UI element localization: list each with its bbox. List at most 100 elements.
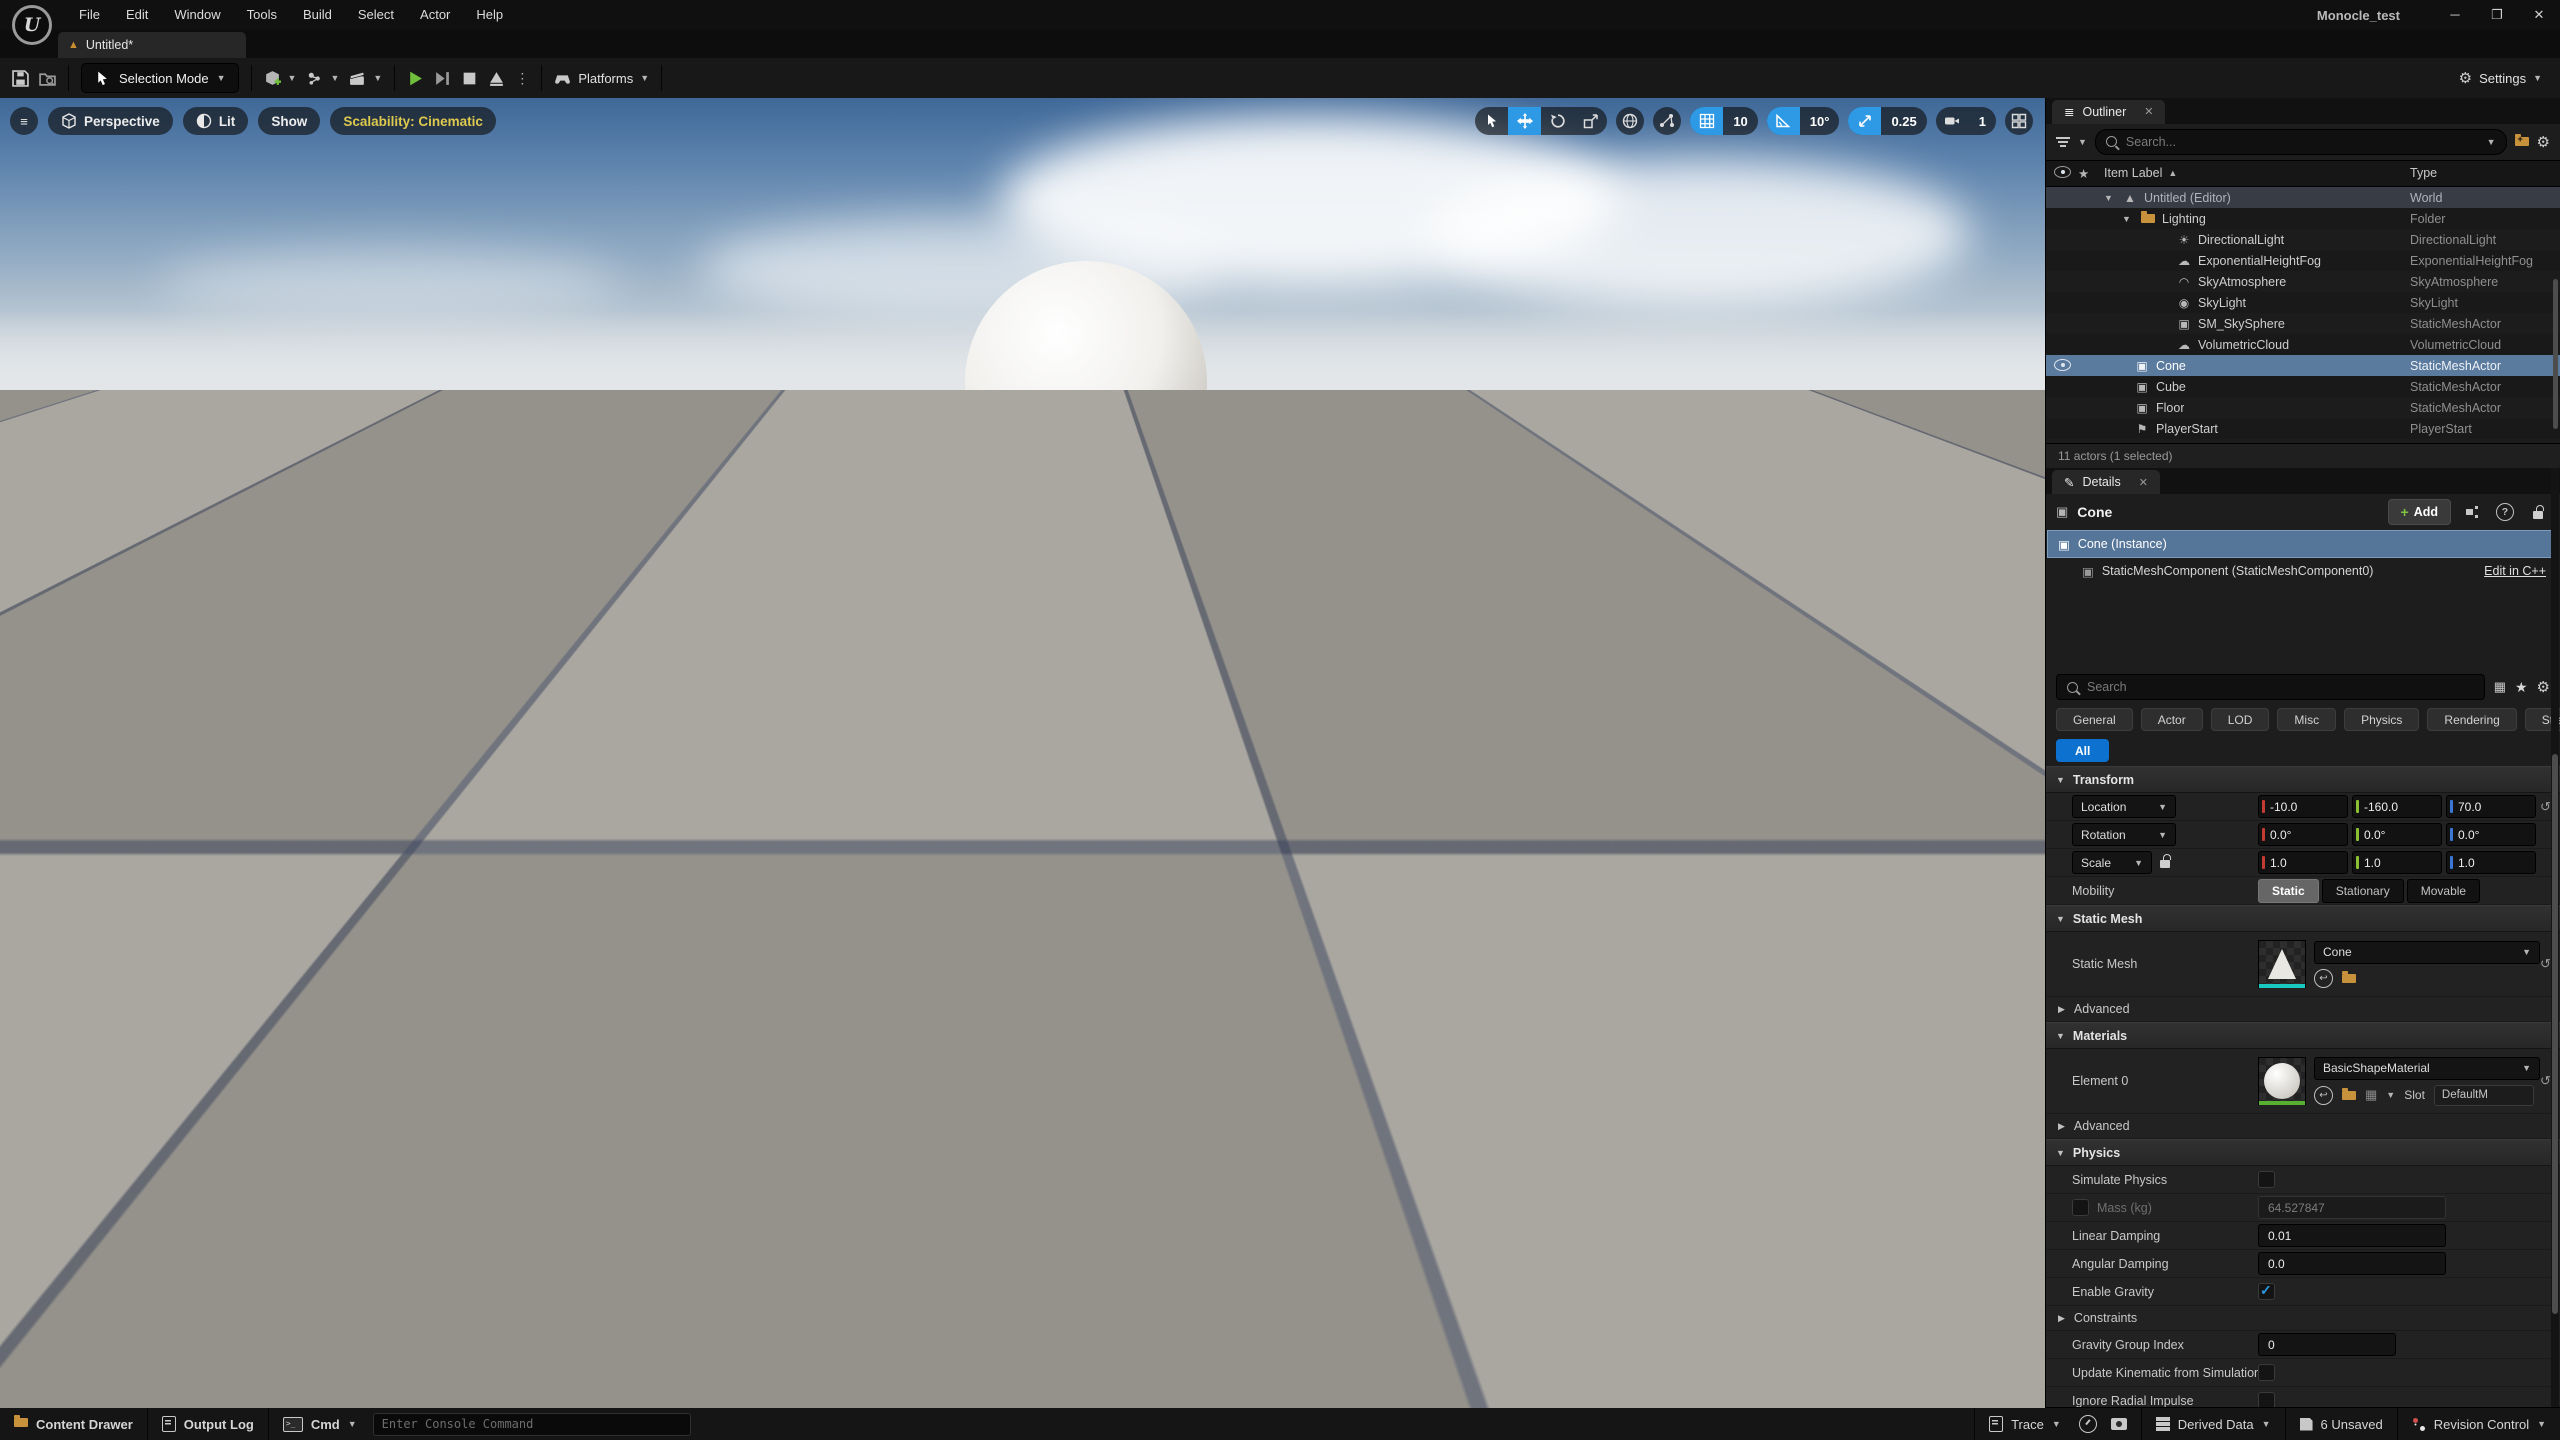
browse-content-icon[interactable]	[39, 70, 56, 87]
cinematics-dropdown[interactable]: ▼	[349, 70, 382, 87]
location-x-field[interactable]: -10.0	[2258, 795, 2348, 818]
outliner-row-actor[interactable]: ☀ DirectionalLightDirectionalLight	[2046, 229, 2560, 250]
outliner-row-folder[interactable]: ▼ LightingFolder	[2046, 208, 2560, 229]
camera-speed-value[interactable]: 1	[1969, 107, 1996, 135]
cube-actor[interactable]	[1206, 820, 1452, 1092]
details-settings-icon[interactable]: ⚙	[2537, 678, 2550, 696]
outliner-row-actor[interactable]: ▣ SphereStaticMeshActor	[2046, 439, 2560, 443]
close-icon[interactable]: ✕	[2144, 105, 2153, 118]
outliner-row-actor[interactable]: ☁ VolumetricCloudVolumetricCloud	[2046, 334, 2560, 355]
material-thumbnail[interactable]	[2258, 1057, 2306, 1105]
reset-material-icon[interactable]: ↺	[2540, 1073, 2551, 1089]
play-button[interactable]	[407, 70, 424, 87]
select-tool[interactable]	[1475, 107, 1508, 135]
browse-to-asset-icon[interactable]	[2342, 974, 2356, 983]
browse-to-asset-icon[interactable]	[2342, 1091, 2356, 1100]
perspective-dropdown[interactable]: Perspective	[48, 107, 173, 135]
level-viewport[interactable]: ≡ Perspective Lit Show Scalability: Cine…	[0, 98, 2045, 1408]
viewport-options-menu[interactable]: ≡	[10, 107, 38, 135]
reset-location-icon[interactable]: ↺	[2540, 799, 2551, 815]
filter-chip-lod[interactable]: LOD	[2211, 708, 2270, 731]
texture-streaming-icon[interactable]: ▦	[2365, 1087, 2377, 1103]
materials-advanced-expander[interactable]: ▶Advanced	[2046, 1114, 2560, 1139]
search-history-chevron-icon[interactable]: ▼	[2487, 137, 2496, 147]
mass-override-checkbox[interactable]	[2072, 1199, 2089, 1216]
component-view-icon[interactable]	[2460, 501, 2484, 523]
slot-name-field[interactable]: DefaultM	[2434, 1085, 2534, 1106]
constraints-expander[interactable]: ▶Constraints	[2046, 1306, 2560, 1331]
scalability-warning[interactable]: Scalability: Cinematic	[330, 107, 496, 135]
outliner-row-actor[interactable]: ☁ ExponentialHeightFogExponentialHeightF…	[2046, 250, 2560, 271]
outliner-row-actor[interactable]: ◉ SkyLightSkyLight	[2046, 292, 2560, 313]
scale-snap-value[interactable]: 0.25	[1881, 107, 1926, 135]
menu-window[interactable]: Window	[161, 0, 233, 30]
material-asset-dropdown[interactable]: BasicShapeMaterial▼	[2314, 1057, 2540, 1080]
viewport-layout-button[interactable]	[2005, 107, 2033, 135]
use-selected-asset-icon[interactable]: ↩	[2314, 969, 2333, 988]
outliner-row-world[interactable]: ▼▲ Untitled (Editor)World	[2046, 187, 2560, 208]
close-button[interactable]: ✕	[2518, 0, 2560, 30]
section-static-mesh[interactable]: ▼Static Mesh	[2046, 905, 2560, 932]
menu-tools[interactable]: Tools	[234, 0, 290, 30]
eject-button[interactable]	[488, 70, 505, 87]
location-dropdown[interactable]: Location▼	[2072, 795, 2176, 818]
outliner-scrollbar[interactable]	[2553, 279, 2558, 429]
unsaved-button[interactable]: 6 Unsaved	[2286, 1408, 2398, 1440]
type-column[interactable]: Type	[2410, 166, 2437, 180]
location-z-field[interactable]: 70.0	[2446, 795, 2536, 818]
rotation-z-field[interactable]: 0.0°	[2446, 823, 2536, 846]
close-icon[interactable]: ✕	[2139, 476, 2148, 489]
display-options-icon[interactable]: ▦	[2494, 679, 2506, 695]
maximize-button[interactable]: ❐	[2476, 0, 2518, 30]
outliner-row-actor[interactable]: ▣ SM_SkySphereStaticMeshActor	[2046, 313, 2560, 334]
filter-chip-misc[interactable]: Misc	[2277, 708, 2336, 731]
outliner-row-actor[interactable]: ▣ FloorStaticMeshActor	[2046, 397, 2560, 418]
scale-z-field[interactable]: 1.0	[2446, 851, 2536, 874]
rotation-snap-toggle[interactable]	[1767, 107, 1800, 135]
console-command-input[interactable]	[373, 1413, 691, 1436]
blueprints-dropdown[interactable]: ▼	[306, 70, 339, 87]
scale-dropdown[interactable]: Scale▼	[2072, 851, 2152, 874]
static-mesh-advanced-expander[interactable]: ▶Advanced	[2046, 997, 2560, 1022]
lock-icon[interactable]	[2526, 501, 2550, 523]
static-mesh-asset-dropdown[interactable]: Cone▼	[2314, 941, 2540, 964]
minimize-button[interactable]: ─	[2434, 0, 2476, 30]
scale-x-field[interactable]: 1.0	[2258, 851, 2348, 874]
filter-chip-actor[interactable]: Actor	[2141, 708, 2203, 731]
outliner-row-cone-selected[interactable]: ▣ ConeStaticMeshActor	[2046, 355, 2560, 376]
outliner-row-actor[interactable]: ◠ SkyAtmosphereSkyAtmosphere	[2046, 271, 2560, 292]
revision-control-dropdown[interactable]: Revision Control ▼	[2398, 1408, 2560, 1440]
outliner-row-actor[interactable]: ⚑ PlayerStartPlayerStart	[2046, 418, 2560, 439]
rotation-snap-value[interactable]: 10°	[1800, 107, 1840, 135]
component-row-instance-selected[interactable]: ▣ Cone (Instance)	[2047, 530, 2559, 558]
menu-file[interactable]: File	[66, 0, 113, 30]
chevron-down-icon[interactable]: ▼	[2386, 1090, 2395, 1100]
outliner-search[interactable]: ▼	[2095, 129, 2507, 155]
grid-snap-value[interactable]: 10	[1723, 107, 1757, 135]
location-y-field[interactable]: -160.0	[2352, 795, 2442, 818]
outliner-column-header[interactable]: ★ Item Label▲ Type	[2046, 160, 2560, 188]
tab-untitled-level[interactable]: ▲ Untitled*	[58, 32, 246, 58]
save-icon[interactable]	[12, 70, 29, 87]
component-row-staticmesh[interactable]: ▣ StaticMeshComponent (StaticMeshCompone…	[2046, 558, 2560, 584]
update-kinematic-checkbox[interactable]	[2258, 1364, 2275, 1381]
section-materials[interactable]: ▼Materials	[2046, 1022, 2560, 1049]
rotation-y-field[interactable]: 0.0°	[2352, 823, 2442, 846]
move-tool-active[interactable]	[1508, 107, 1541, 135]
section-transform[interactable]: ▼Transform	[2046, 766, 2560, 793]
mobility-static-active[interactable]: Static	[2258, 879, 2319, 903]
create-folder-icon[interactable]	[2515, 137, 2529, 146]
filter-chip-physics[interactable]: Physics	[2344, 708, 2419, 731]
rotate-tool[interactable]	[1541, 107, 1574, 135]
details-search[interactable]	[2056, 674, 2485, 700]
outliner-row-actor[interactable]: ▣ CubeStaticMeshActor	[2046, 376, 2560, 397]
edit-in-cpp-link[interactable]: Edit in C++	[2484, 564, 2546, 578]
performance-gauge-icon[interactable]	[2079, 1415, 2097, 1433]
output-log-button[interactable]: Output Log	[148, 1408, 269, 1440]
menu-actor[interactable]: Actor	[407, 0, 463, 30]
enable-gravity-checkbox[interactable]	[2258, 1283, 2275, 1300]
scale-tool[interactable]	[1574, 107, 1607, 135]
reset-static-mesh-icon[interactable]: ↺	[2540, 956, 2551, 972]
static-mesh-thumbnail[interactable]	[2258, 940, 2306, 988]
play-options-icon[interactable]: ⋮	[515, 70, 529, 87]
